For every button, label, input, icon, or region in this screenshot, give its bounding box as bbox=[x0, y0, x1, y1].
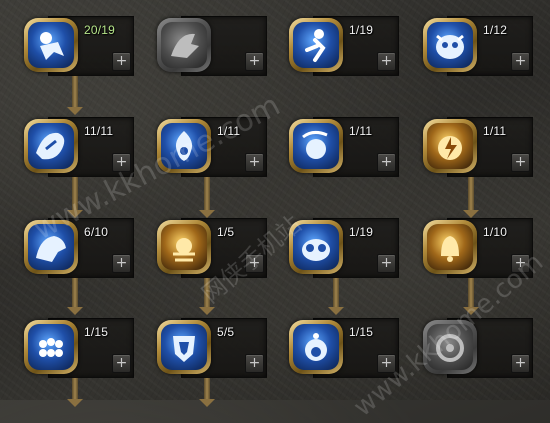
bubble-ring-icon bbox=[305, 333, 327, 361]
skill-icon-frame[interactable] bbox=[423, 320, 477, 374]
add-skill-point-button[interactable]: + bbox=[245, 52, 264, 71]
skill-icon-frame[interactable] bbox=[289, 18, 343, 72]
bell-rune-icon bbox=[441, 236, 459, 262]
running-figure-icon bbox=[305, 29, 326, 62]
add-skill-point-button[interactable]: + bbox=[112, 354, 131, 373]
tier-connector bbox=[463, 276, 479, 315]
skill-icon-frame[interactable] bbox=[157, 119, 211, 173]
tier-connector bbox=[67, 376, 83, 407]
beast-claw-icon bbox=[171, 33, 199, 58]
skill-slot[interactable]: 1/15 + bbox=[24, 318, 134, 378]
skill-icon-frame[interactable] bbox=[157, 18, 211, 72]
skill-slot[interactable]: 5/5 + bbox=[157, 318, 267, 378]
add-skill-point-button[interactable]: + bbox=[511, 354, 530, 373]
skill-icon-frame[interactable] bbox=[289, 320, 343, 374]
tier-connector bbox=[199, 376, 215, 407]
skill-slot[interactable]: + bbox=[157, 16, 267, 76]
skill-level-count: 1/11 bbox=[349, 124, 373, 138]
add-skill-point-button[interactable]: + bbox=[245, 354, 264, 373]
skill-icon-frame[interactable] bbox=[24, 220, 78, 274]
tier-connector bbox=[67, 276, 83, 315]
skill-icon-frame[interactable] bbox=[289, 119, 343, 173]
skill-slot[interactable]: 11/11 + bbox=[24, 117, 134, 177]
skill-slot[interactable]: 1/15 + bbox=[289, 318, 399, 378]
skill-level-count: 6/10 bbox=[84, 225, 109, 239]
paw-print-icon bbox=[39, 338, 63, 357]
add-skill-point-button[interactable]: + bbox=[377, 354, 396, 373]
skill-slot[interactable]: 1/11 + bbox=[423, 117, 533, 177]
skill-icon-frame[interactable] bbox=[423, 220, 477, 274]
skill-icon-frame[interactable] bbox=[157, 220, 211, 274]
skill-level-count: 1/19 bbox=[349, 23, 374, 37]
skill-level-count: 11/11 bbox=[84, 124, 114, 138]
tier-connector bbox=[67, 175, 83, 218]
shield-crest-icon bbox=[173, 336, 195, 362]
wolf-pounce-icon bbox=[36, 236, 66, 262]
skill-level-count: 5/5 bbox=[217, 325, 235, 339]
add-skill-point-button[interactable]: + bbox=[377, 52, 396, 71]
spider-rune-icon bbox=[173, 238, 195, 262]
skill-icon-frame[interactable] bbox=[423, 18, 477, 72]
skill-level-count: 20/19 bbox=[84, 23, 116, 37]
skill-level-count: 1/10 bbox=[483, 225, 508, 239]
skill-level-count: 1/5 bbox=[217, 225, 235, 239]
skill-icon-frame[interactable] bbox=[24, 119, 78, 173]
tier-connector bbox=[199, 276, 215, 315]
skill-slot[interactable]: 1/10 + bbox=[423, 218, 533, 278]
skill-icon-frame[interactable] bbox=[289, 220, 343, 274]
warrior-leap-icon bbox=[40, 32, 64, 60]
skill-slot[interactable]: 20/19 + bbox=[24, 16, 134, 76]
sun-wheel-icon bbox=[436, 334, 464, 362]
tier-connector bbox=[328, 276, 344, 315]
skill-icon-frame[interactable] bbox=[157, 320, 211, 374]
skill-slot[interactable]: 1/11 + bbox=[157, 117, 267, 177]
skill-level-count: 1/19 bbox=[349, 225, 374, 239]
skill-slot[interactable]: 1/11 + bbox=[289, 117, 399, 177]
skill-slot[interactable]: 6/10 + bbox=[24, 218, 134, 278]
add-skill-point-button[interactable]: + bbox=[511, 52, 530, 71]
skill-icon-frame[interactable] bbox=[24, 320, 78, 374]
dragon-burst-icon bbox=[36, 132, 65, 160]
orb-splash-icon bbox=[302, 130, 328, 159]
skill-slot[interactable]: 1/19 + bbox=[289, 16, 399, 76]
add-skill-point-button[interactable]: + bbox=[377, 254, 396, 273]
skill-slot[interactable]: 1/5 + bbox=[157, 218, 267, 278]
add-skill-point-button[interactable]: + bbox=[112, 52, 131, 71]
skill-slot[interactable]: + bbox=[423, 318, 533, 378]
skill-icon-frame[interactable] bbox=[24, 18, 78, 72]
tier-connector bbox=[67, 74, 83, 115]
skill-level-count: 1/11 bbox=[217, 124, 241, 138]
add-skill-point-button[interactable]: + bbox=[511, 254, 530, 273]
skill-level-count: 1/15 bbox=[349, 325, 374, 339]
add-skill-point-button[interactable]: + bbox=[112, 254, 131, 273]
skill-level-count: 1/12 bbox=[483, 23, 508, 37]
add-skill-point-button[interactable]: + bbox=[377, 153, 396, 172]
skill-level-count: 1/15 bbox=[84, 325, 109, 339]
creature-face-icon bbox=[436, 34, 464, 59]
lightning-orb-icon bbox=[438, 136, 462, 160]
add-skill-point-button[interactable]: + bbox=[112, 153, 131, 172]
skill-slot[interactable]: 1/12 + bbox=[423, 16, 533, 76]
add-skill-point-button[interactable]: + bbox=[511, 153, 530, 172]
flame-shield-icon bbox=[175, 131, 193, 161]
add-skill-point-button[interactable]: + bbox=[245, 153, 264, 172]
skill-level-count: 1/11 bbox=[483, 124, 507, 138]
add-skill-point-button[interactable]: + bbox=[245, 254, 264, 273]
tier-connector bbox=[463, 175, 479, 218]
goggle-face-icon bbox=[302, 239, 330, 261]
skill-icon-frame[interactable] bbox=[423, 119, 477, 173]
tier-connector bbox=[199, 175, 215, 218]
skill-slot[interactable]: 1/19 + bbox=[289, 218, 399, 278]
